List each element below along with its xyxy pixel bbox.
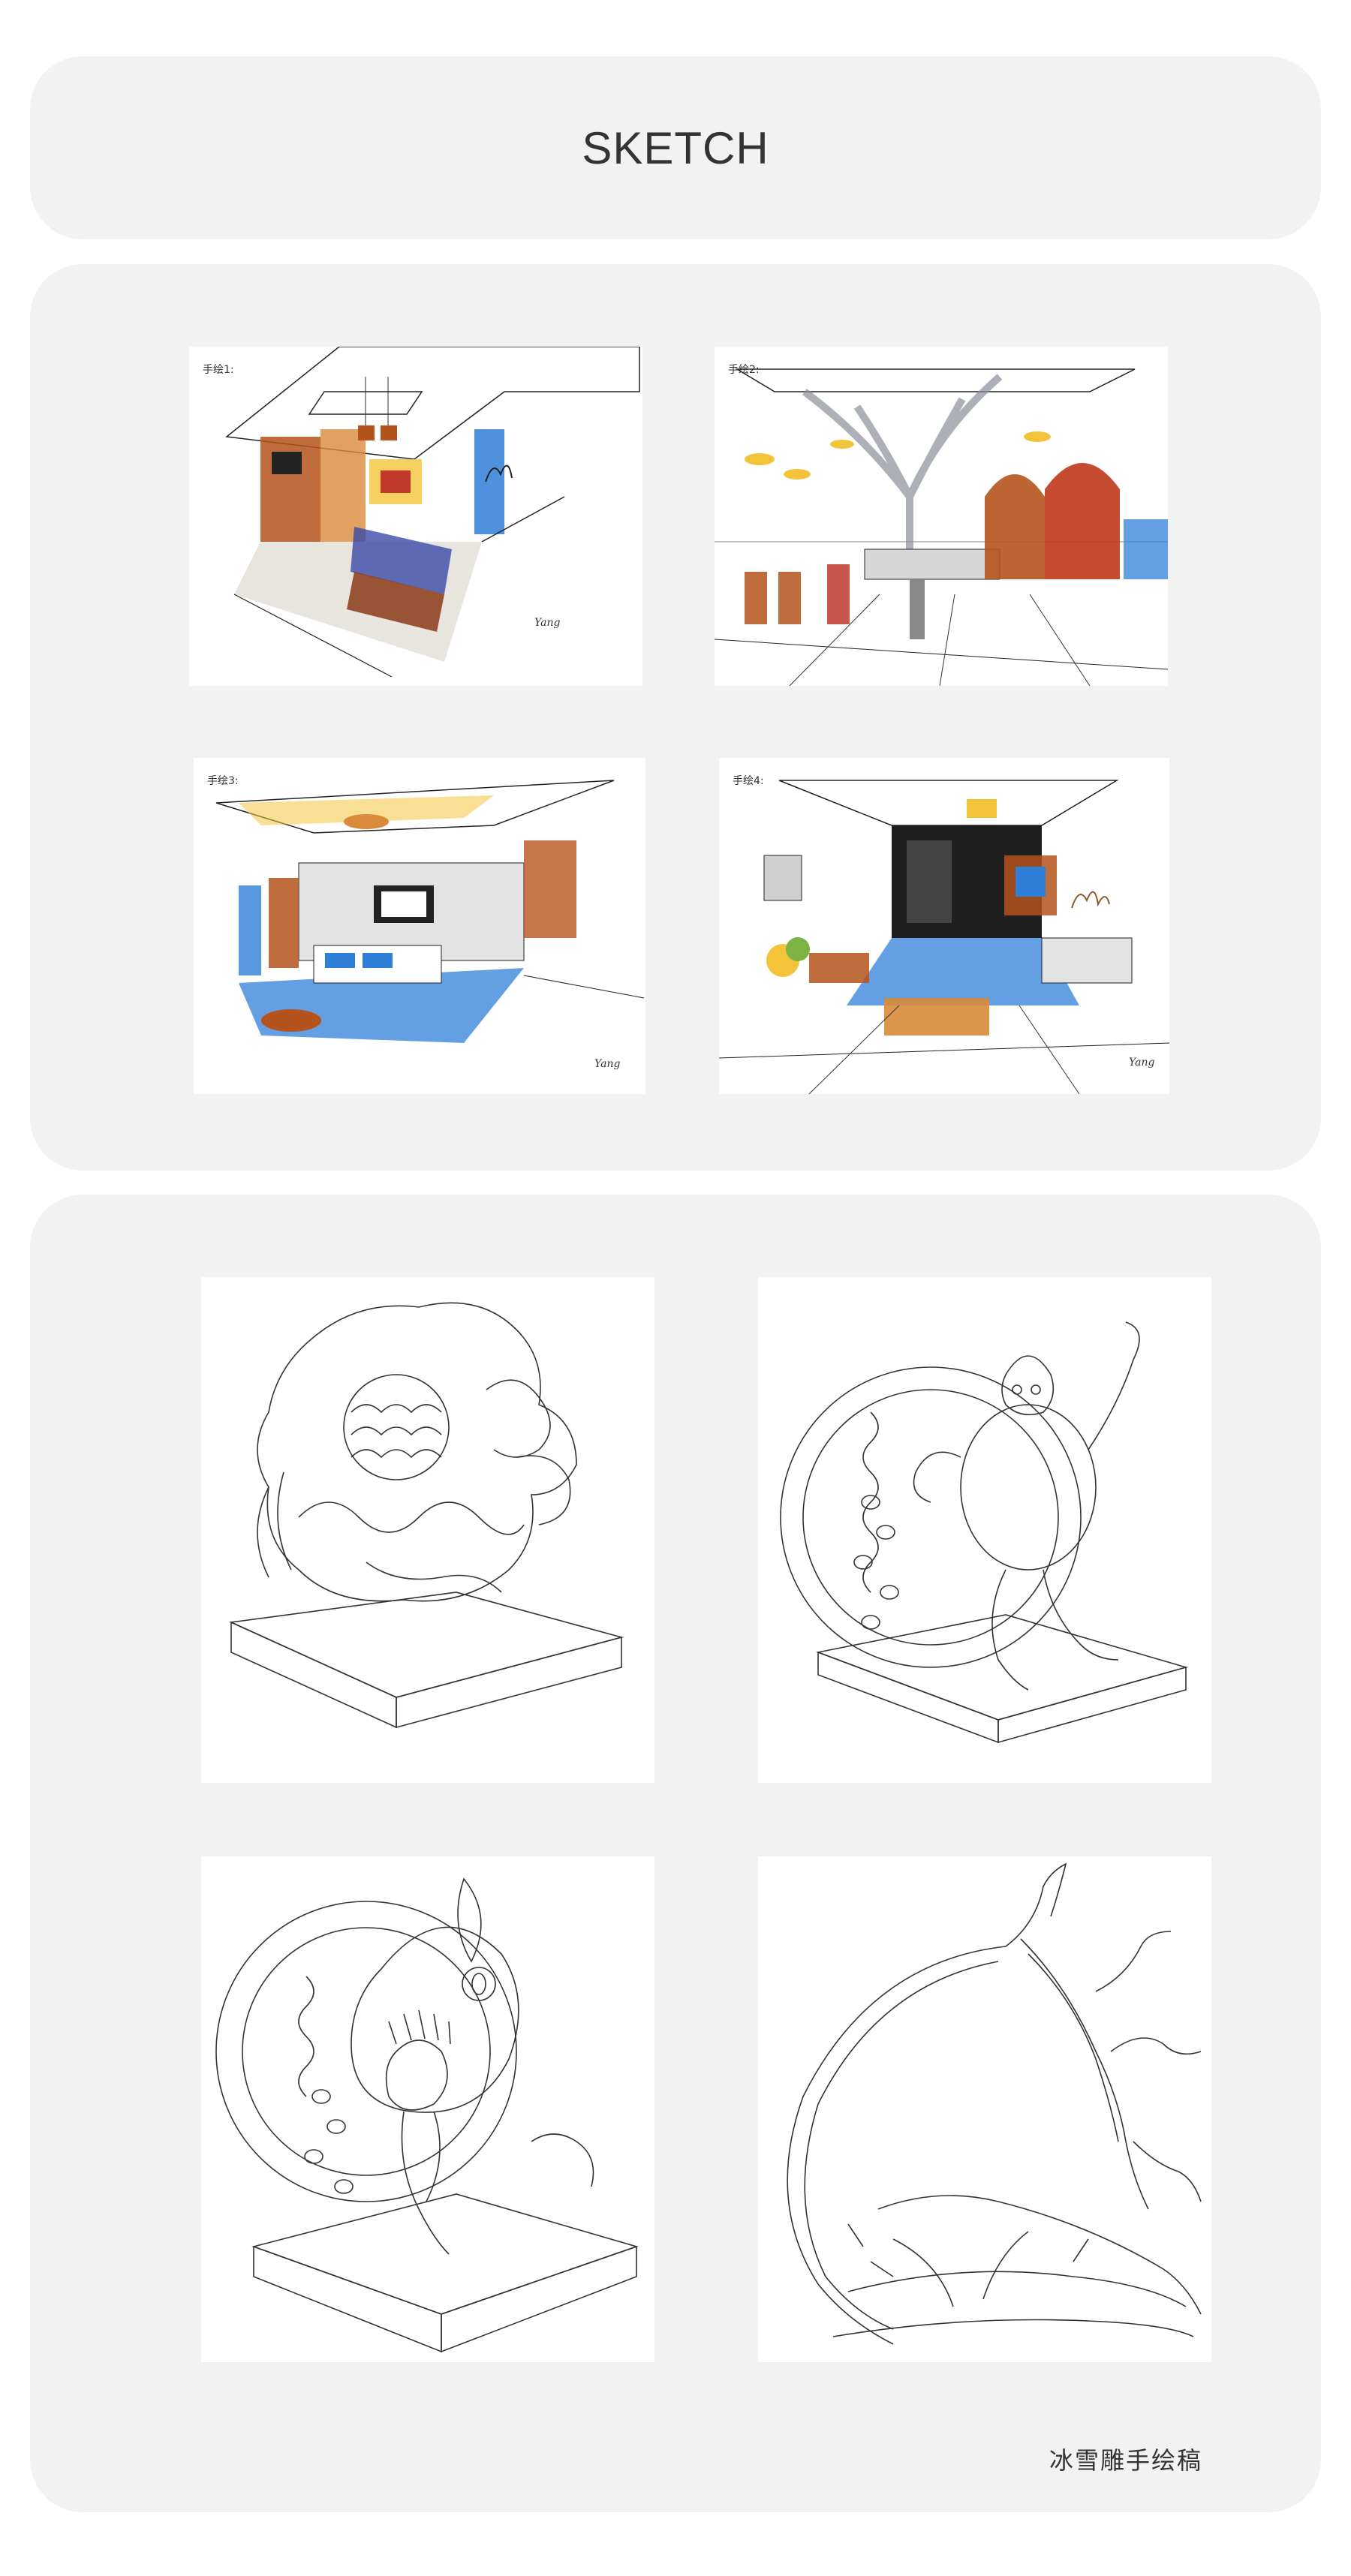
interior-sketches-panel: 手绘1: Yang 手绘2: 手绘3: Yang 手绘4: Yang [30, 264, 1321, 1171]
interior-sketch-1-drawing [225, 347, 640, 678]
interior-sketch-1: 手绘1: Yang [189, 347, 642, 686]
sculpture-sketches-panel: 冰雪雕手绘稿 [30, 1195, 1321, 2512]
sculpture-sketch-4-drawing [787, 1862, 1202, 2345]
interior-sketch-4-signature: Yang [1129, 1057, 1155, 1069]
sculpture-section-caption: 冰雪雕手绘稿 [1049, 2446, 1202, 2475]
interior-sketch-3-label: 手绘3: [207, 775, 239, 787]
interior-sketch-2-label: 手绘2: [728, 364, 760, 376]
interior-sketch-3-signature: Yang [594, 1058, 621, 1070]
sculpture-sketch-4 [758, 1856, 1211, 2362]
sculpture-sketch-3-drawing [215, 1877, 639, 2353]
interior-sketch-4-label: 手绘4: [733, 775, 764, 787]
sculpture-sketch-2-drawing [780, 1321, 1188, 1744]
interior-sketch-4: 手绘4: Yang [719, 758, 1169, 1094]
header-panel: SKETCH [30, 56, 1321, 239]
interior-sketch-1-label: 手绘1: [203, 364, 234, 376]
page-title: SKETCH [582, 122, 769, 173]
interior-sketch-3-drawing [215, 780, 645, 1043]
interior-sketch-2: 手绘2: [715, 347, 1168, 686]
sculpture-sketch-2 [758, 1277, 1211, 1783]
interior-sketch-2-drawing [715, 368, 1168, 686]
interior-sketch-4-drawing [719, 780, 1169, 1094]
sculpture-sketch-1-drawing [229, 1302, 624, 1729]
sculpture-sketch-1 [201, 1277, 654, 1783]
interior-sketch-1-signature: Yang [534, 617, 561, 629]
sculpture-sketch-3 [201, 1856, 654, 2362]
interior-sketch-3: 手绘3: Yang [194, 758, 645, 1094]
